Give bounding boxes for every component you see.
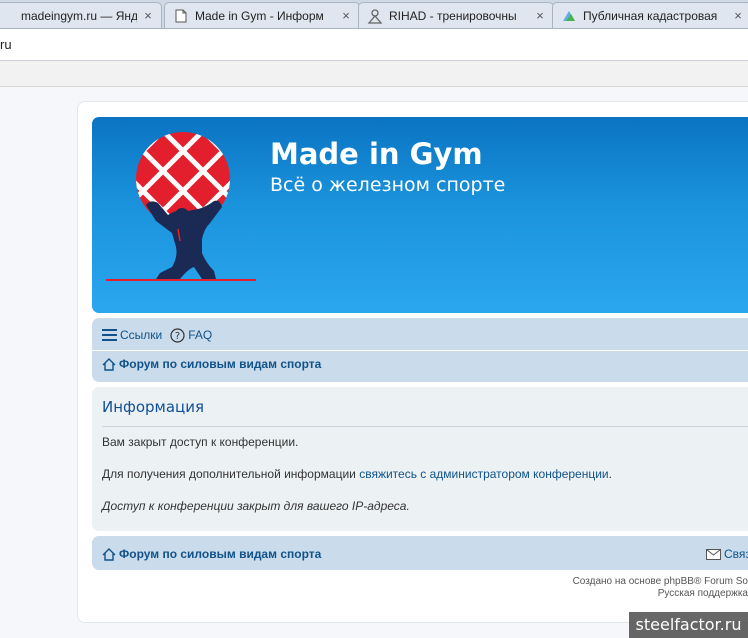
address-bar[interactable]: ru <box>0 29 748 61</box>
hamburger-icon <box>102 329 117 341</box>
tab-title: madeingym.ru — Яндекс <box>21 8 137 23</box>
site-header: Made in Gym Всё о железном спорте <box>92 117 748 313</box>
home-icon <box>102 357 116 371</box>
tab-yandex[interactable]: madeingym.ru — Яндекс × <box>0 2 162 28</box>
tab-madeingym[interactable]: Made in Gym - Информ × <box>164 2 360 28</box>
rihad-icon <box>367 8 383 24</box>
page-icon <box>173 8 189 24</box>
map-icon <box>561 8 577 24</box>
close-icon[interactable]: × <box>339 8 353 23</box>
breadcrumb-forum[interactable]: Форум по силовым видам спорта <box>119 357 321 371</box>
nav-divider <box>92 350 748 351</box>
copyright: Создано на основе phpBB® Forum So Русска… <box>573 576 748 600</box>
links-menu[interactable]: Ссылки <box>102 328 162 342</box>
contact-admin-link[interactable]: свяжитесь с администратором конференции <box>359 467 608 481</box>
question-icon: ? <box>170 327 185 343</box>
home-icon <box>102 547 116 561</box>
close-icon[interactable]: × <box>141 8 155 23</box>
links-label: Ссылки <box>120 328 163 342</box>
breadcrumb[interactable]: Форум по силовым видам спорта <box>102 357 321 371</box>
info-contact-text: Для получения дополнительной информации … <box>102 467 612 481</box>
contact-label: Связ <box>724 547 748 561</box>
tab-rihad[interactable]: RIHAD - тренировочны × <box>358 2 554 28</box>
close-icon[interactable]: × <box>533 8 547 23</box>
close-icon[interactable]: × <box>731 8 745 23</box>
envelope-icon <box>706 548 721 560</box>
info-divider <box>102 426 748 427</box>
tab-title: Made in Gym - Информ <box>195 8 324 23</box>
quick-links-row: Ссылки ? FAQ <box>102 326 220 344</box>
contact-link[interactable]: Связ <box>706 547 748 561</box>
info-heading: Информация <box>102 398 205 416</box>
footer-breadcrumb-forum[interactable]: Форум по силовым видам спорта <box>119 547 321 561</box>
site-title[interactable]: Made in Gym <box>270 137 483 171</box>
tab-title: Публичная кадастровая <box>583 8 718 23</box>
powered-by: Создано на основе phpBB® Forum So <box>572 576 748 587</box>
tab-cadastre[interactable]: Публичная кадастровая × <box>552 2 748 28</box>
faq-link[interactable]: ? FAQ <box>170 327 213 343</box>
nav-bar: Ссылки ? FAQ Форум по силовым видам спор… <box>92 318 748 382</box>
info-message: Вам закрыт доступ к конференции. <box>102 435 299 449</box>
watermark: steelfactor.ru <box>629 612 748 638</box>
svg-text:?: ? <box>175 331 180 342</box>
tab-title: RIHAD - тренировочны <box>389 8 517 23</box>
tab-strip: madeingym.ru — Яндекс × Made in Gym - Ин… <box>0 0 748 29</box>
info-ip-notice: Доступ к конференции закрыт для вашего I… <box>102 499 410 513</box>
bookmarks-bar <box>0 61 748 87</box>
address-text: ru <box>0 37 12 52</box>
russian-support[interactable]: Русская поддержка <box>573 588 748 600</box>
info-panel: Информация Вам закрыт доступ к конференц… <box>92 387 748 531</box>
footer-nav: Форум по силовым видам спорта Связ <box>92 536 748 570</box>
faq-label: FAQ <box>188 328 213 342</box>
atlas-logo-icon[interactable] <box>106 129 256 287</box>
yandex-icon <box>0 8 15 24</box>
site-description: Всё о железном спорте <box>270 174 506 196</box>
footer-breadcrumb[interactable]: Форум по силовым видам спорта <box>102 547 321 561</box>
